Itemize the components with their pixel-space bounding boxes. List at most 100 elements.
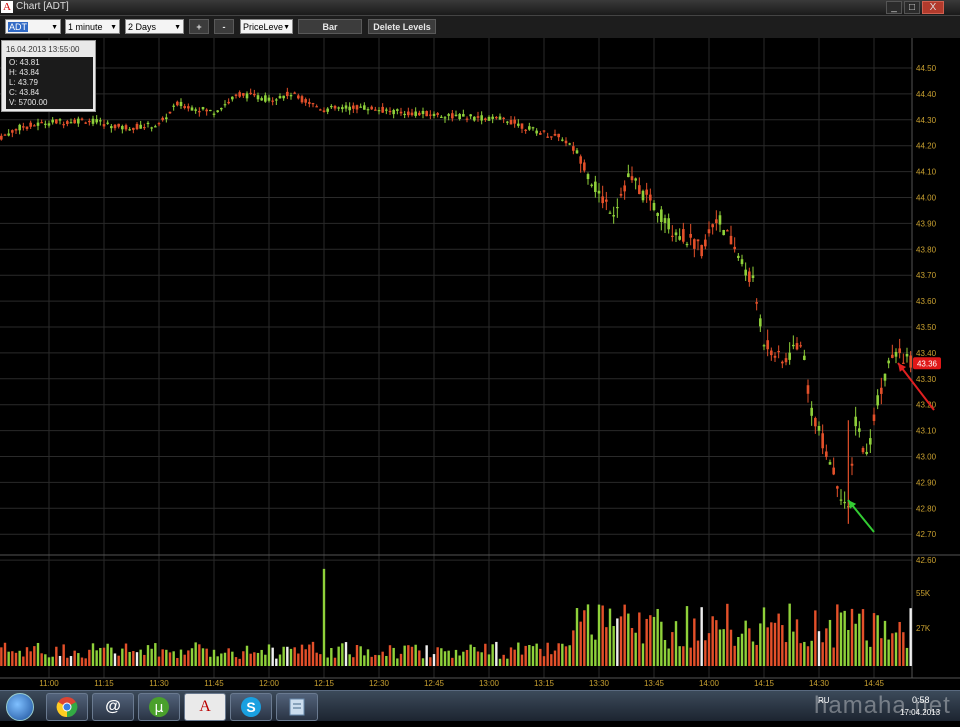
- zoom-out-button[interactable]: -: [214, 19, 234, 34]
- volume-bar: [465, 649, 469, 666]
- volume-bar: [847, 629, 850, 666]
- volume-bar: [88, 649, 91, 666]
- volume-bar: [770, 622, 773, 666]
- volume-bar: [22, 656, 25, 666]
- candle-body: [535, 130, 538, 134]
- range-select[interactable]: 2 Days ▼: [125, 19, 184, 34]
- candle-body: [315, 106, 318, 108]
- candle-body: [718, 215, 722, 225]
- volume-bar: [726, 603, 729, 666]
- volume-bar: [634, 632, 637, 666]
- time-tick-label: 11:00: [39, 679, 59, 688]
- volume-bar: [561, 643, 564, 666]
- price-tick-label: 43.80: [916, 245, 937, 254]
- candle-body: [832, 467, 835, 475]
- volume-bar: [399, 653, 403, 666]
- candle-body: [693, 239, 696, 249]
- candle-body: [282, 95, 285, 99]
- volume-bar: [231, 651, 234, 666]
- candle-body: [121, 126, 124, 130]
- volume-bar: [84, 658, 87, 666]
- candle-body: [781, 361, 784, 364]
- time-tick-label: 13:30: [589, 679, 610, 688]
- candle-body: [524, 129, 527, 131]
- volume-bar: [550, 654, 553, 666]
- volume-bar: [18, 650, 21, 666]
- candle-body: [388, 110, 392, 113]
- volume-bar: [381, 651, 384, 666]
- candle-body: [641, 190, 645, 201]
- price-mode-select[interactable]: PriceLeve ▼: [240, 19, 293, 34]
- volume-bar: [861, 609, 865, 666]
- candle-body: [880, 387, 883, 394]
- volume-bar: [509, 647, 513, 666]
- candle-body: [436, 113, 439, 115]
- candle-body: [3, 134, 7, 136]
- volume-bar: [392, 647, 395, 666]
- volume-bar: [451, 657, 454, 666]
- candle-body: [319, 109, 322, 111]
- candle-body: [326, 108, 329, 112]
- delete-levels-button[interactable]: Delete Levels: [368, 19, 436, 34]
- candle-body: [69, 122, 73, 124]
- candle-body: [733, 246, 736, 250]
- current-price-marker: 43.36: [913, 357, 941, 370]
- candle-body: [476, 116, 480, 118]
- utorrent-icon[interactable]: µ: [138, 693, 180, 721]
- candle-body: [792, 344, 795, 347]
- candle-body: [773, 355, 777, 358]
- candle-body: [216, 110, 219, 113]
- volume-bar: [73, 650, 76, 666]
- candle-body: [458, 114, 461, 120]
- volume-bar: [616, 618, 619, 666]
- volume-bar: [810, 640, 813, 666]
- notes-icon[interactable]: [276, 693, 318, 721]
- maximize-button[interactable]: □: [904, 1, 920, 14]
- volume-bar: [190, 648, 194, 666]
- volume-bar: [410, 646, 414, 666]
- volume-bar: [693, 618, 696, 666]
- candle-body: [80, 118, 84, 120]
- volume-bar: [377, 655, 381, 666]
- volume-bar: [308, 644, 311, 666]
- price-mode-value: PriceLeve: [243, 22, 284, 32]
- time-tick-label: 14:15: [754, 679, 775, 688]
- candle-body: [150, 127, 153, 129]
- volume-bar: [242, 651, 245, 666]
- price-chart[interactable]: 44.50 44.40 44.30 44.20 44.10 44.00 43.90 43.80…: [0, 38, 960, 690]
- volume-bar: [656, 608, 659, 666]
- volume-bar: [234, 657, 238, 666]
- chart-style-button[interactable]: Bar: [298, 19, 362, 34]
- candle-body: [359, 106, 362, 108]
- window-titlebar[interactable]: A Chart [ADT] _ □ X: [0, 0, 960, 16]
- candle-body: [47, 123, 51, 126]
- minimize-button[interactable]: _: [886, 1, 902, 14]
- volume-bar: [905, 647, 909, 666]
- candle-body: [850, 463, 854, 466]
- volume-bar: [396, 658, 399, 666]
- candle-body: [531, 127, 535, 129]
- volume-bar: [898, 621, 901, 666]
- skype-icon[interactable]: S: [230, 693, 272, 721]
- mail-agent-icon[interactable]: @: [92, 693, 134, 721]
- candle-body: [905, 353, 909, 357]
- candle-body: [132, 127, 135, 130]
- candle-body: [440, 116, 443, 118]
- volume-bar: [850, 608, 854, 666]
- candle-body: [561, 139, 564, 141]
- broker-terminal-icon[interactable]: A: [184, 693, 226, 721]
- zoom-in-button[interactable]: +: [189, 19, 209, 34]
- close-button[interactable]: X: [922, 1, 944, 14]
- volume-bar: [619, 616, 623, 666]
- interval-select[interactable]: 1 minute ▼: [65, 19, 120, 34]
- candle-body: [289, 95, 293, 97]
- volume-tick-label: 27K: [916, 624, 931, 633]
- volume-bar: [132, 651, 135, 666]
- candle-body: [656, 213, 659, 216]
- chrome-icon[interactable]: [46, 693, 88, 721]
- symbol-select[interactable]: ADT ▼: [5, 19, 61, 34]
- candle-body: [608, 212, 612, 214]
- start-button[interactable]: [6, 693, 34, 721]
- volume-bar: [205, 648, 208, 666]
- candle-body: [473, 116, 476, 121]
